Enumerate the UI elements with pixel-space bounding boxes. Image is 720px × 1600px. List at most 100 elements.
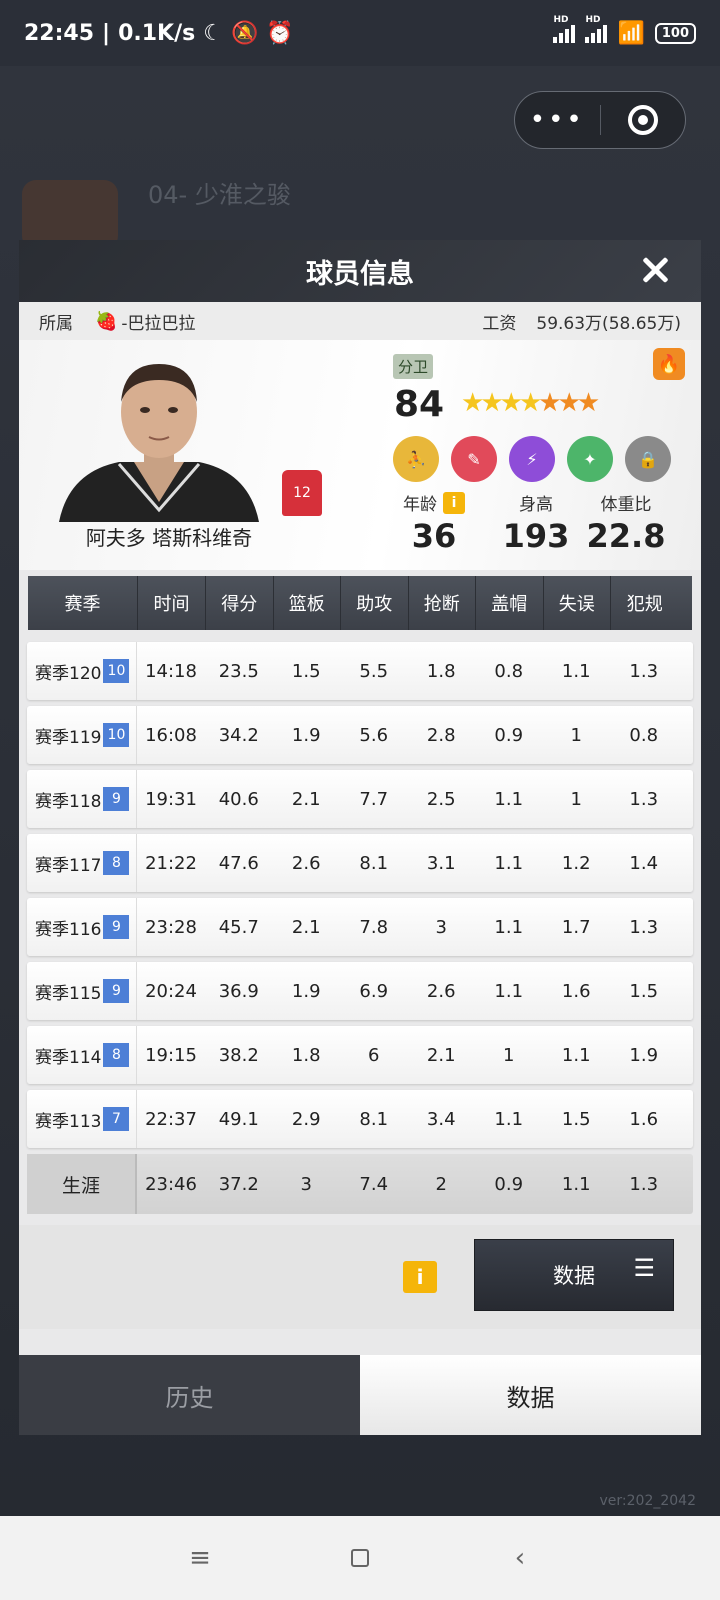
bottom-tabs: 历史 数据 [19, 1355, 701, 1435]
star-icon: ★ [576, 388, 600, 418]
time-cell: 19:15 [145, 1044, 197, 1066]
close-button[interactable] [637, 252, 673, 288]
fire-icon[interactable]: 🔥 [653, 348, 685, 380]
moon-icon: ☾ [203, 20, 223, 46]
table-body: 赛季120 10 14:18 23.5 1.5 5.5 1.8 0.8 1.1 1.3 赛季119 1… [27, 642, 693, 1148]
more-options-icon[interactable]: ••• [515, 105, 600, 135]
season-cell: 赛季117 8 [27, 834, 137, 892]
ticket-badge-icon[interactable]: ✎ [451, 436, 497, 482]
season-label: 赛季115 [35, 983, 102, 1004]
height-value: 193 [502, 517, 570, 555]
status-bar: 22:45 | 0.1K/s ☾ 🔕 ⏰ HD HD 📶 100 [0, 0, 720, 66]
tab-history[interactable]: 历史 [19, 1355, 360, 1435]
season-label: 赛季117 [35, 855, 102, 876]
table-row[interactable]: 赛季120 10 14:18 23.5 1.5 5.5 1.8 0.8 1.1 1.3 [27, 642, 693, 700]
table-row[interactable]: 赛季116 9 23:28 45.7 2.1 7.8 3 1.1 1.7 1.3 [27, 898, 693, 956]
table-row[interactable]: 赛季115 9 20:24 36.9 1.9 6.9 2.6 1.1 1.6 1.5 [27, 962, 693, 1020]
season-cell: 赛季115 9 [27, 962, 137, 1020]
menu-nav-icon[interactable]: ≡ [170, 1528, 230, 1588]
player-rating: 84 [394, 384, 445, 425]
table-row[interactable]: 赛季114 8 19:15 38.2 1.8 6 2.1 1 1.1 1.9 [27, 1026, 693, 1084]
level-badge: 10 [103, 659, 130, 683]
table-row[interactable]: 赛季117 8 21:22 47.6 2.6 8.1 3.1 1.1 1.2 1.4 [27, 834, 693, 892]
blocks-cell: 0.9 [494, 724, 524, 746]
system-nav-bar: ≡ ‹ [0, 1516, 720, 1600]
fouls-cell: 0.8 [629, 724, 659, 746]
season-label: 赛季116 [35, 919, 102, 940]
career-blocks: 0.9 [494, 1173, 524, 1195]
time-cell: 21:22 [145, 852, 197, 874]
steals-cell: 3.4 [426, 1108, 456, 1130]
age-value: 36 [411, 517, 457, 555]
steals-cell: 2.5 [426, 788, 456, 810]
table-row[interactable]: 赛季113 7 22:37 49.1 2.9 8.1 3.4 1.1 1.5 1.6 [27, 1090, 693, 1148]
skill-badges: ⛹ ✎ ⚡ ✦ 🔒 [393, 436, 671, 482]
data-dropdown-button[interactable]: 数据 ☰ [474, 1239, 674, 1311]
modal-footer: i 数据 ☰ [19, 1225, 701, 1329]
level-badge: 9 [103, 787, 130, 811]
jersey-number: 12 [293, 485, 311, 501]
season-cell: 赛季113 7 [27, 1090, 137, 1148]
time-cell: 22:37 [145, 1108, 197, 1130]
points-cell: 49.1 [218, 1108, 259, 1130]
age-stat: 年龄 i 36 [394, 490, 474, 555]
age-label: 年龄 [403, 495, 437, 515]
career-label: 生涯 [27, 1154, 137, 1214]
turnovers-cell: 1.1 [561, 660, 591, 682]
time-cell: 20:24 [145, 980, 197, 1002]
fouls-cell: 1.5 [629, 980, 659, 1002]
assists-cell: 5.5 [359, 660, 389, 682]
header-time: 时间 [138, 576, 206, 630]
level-badge: 7 [103, 1107, 130, 1131]
points-cell: 38.2 [218, 1044, 259, 1066]
table-row[interactable]: 赛季118 9 19:31 40.6 2.1 7.7 2.5 1.1 1 1.3 [27, 770, 693, 828]
rebounds-cell: 1.8 [291, 1044, 321, 1066]
turnovers-cell: 1.5 [561, 1108, 591, 1130]
header-steals: 抢断 [409, 576, 476, 630]
level-badge: 10 [103, 723, 130, 747]
signal-icon-2: HD [585, 15, 608, 43]
lightning-badge-icon[interactable]: ⚡ [509, 436, 555, 482]
player-name: 阿夫多 塔斯科维奇 [85, 526, 253, 550]
defense-badge-icon[interactable]: ✦ [567, 436, 613, 482]
career-turnovers: 1.1 [561, 1173, 591, 1195]
close-miniprogram-button[interactable] [601, 105, 686, 135]
player-card: 阿夫多 塔斯科维奇 12 分卫 🔥 84 ★★★★★★★ ⛹ ✎ ⚡ ✦ 🔒 年… [19, 340, 701, 570]
header-blocks: 盖帽 [476, 576, 544, 630]
info-button[interactable]: i [403, 1261, 437, 1293]
star-icon: ★ [480, 388, 503, 418]
star-icon: ★ [518, 388, 542, 418]
blocks-cell: 1.1 [494, 852, 524, 874]
tab-data[interactable]: 数据 [360, 1355, 701, 1435]
lock-badge-icon[interactable]: 🔒 [625, 436, 671, 482]
table-row[interactable]: 赛季119 10 16:08 34.2 1.9 5.6 2.8 0.9 1 0.8 [27, 706, 693, 764]
steals-cell: 3 [435, 916, 447, 938]
salary-label: 工资 [482, 313, 517, 334]
back-nav-icon[interactable]: ‹ [490, 1528, 550, 1588]
dribble-badge-icon[interactable]: ⛹ [393, 436, 439, 482]
turnovers-cell: 1.1 [561, 1044, 591, 1066]
age-info-icon[interactable]: i [443, 491, 465, 514]
target-icon [627, 105, 658, 135]
season-label: 赛季120 [35, 663, 102, 684]
turnovers-cell: 1.6 [561, 980, 591, 1002]
points-cell: 23.5 [218, 660, 259, 682]
home-nav-icon[interactable] [330, 1528, 390, 1588]
affiliation-row: 所属 🍓 -巴拉巴拉 工资 59.63万(58.65万) [19, 302, 701, 340]
header-fouls: 犯规 [626, 594, 663, 615]
career-rebounds: 3 [300, 1173, 312, 1195]
fouls-cell: 1.9 [629, 1044, 659, 1066]
season-label: 赛季114 [35, 1047, 102, 1068]
header-rebounds: 篮板 [274, 576, 341, 630]
star-rating: ★★★★★★★ [461, 388, 600, 418]
header-assists: 助攻 [341, 576, 409, 630]
header-turnovers: 失误 [544, 576, 611, 630]
season-label: 赛季113 [35, 1111, 102, 1132]
fouls-cell: 1.4 [629, 852, 659, 874]
star-icon: ★ [538, 388, 561, 418]
steals-cell: 2.8 [426, 724, 456, 746]
signal-icon: HD [553, 15, 576, 43]
fouls-cell: 1.3 [629, 916, 659, 938]
weight-ratio-stat: 体重比 22.8 [581, 490, 671, 555]
turnovers-cell: 1 [570, 788, 582, 810]
